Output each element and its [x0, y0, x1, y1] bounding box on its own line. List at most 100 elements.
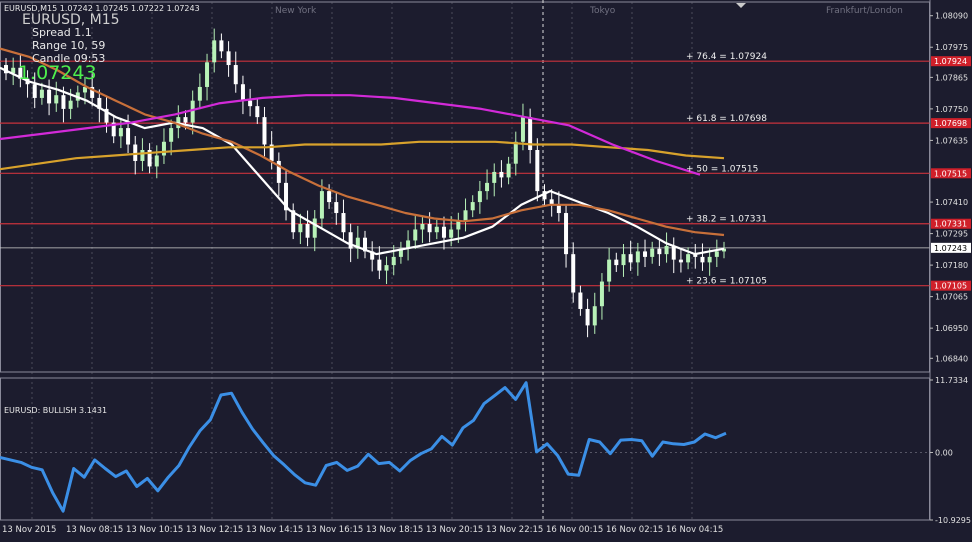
candle-body — [664, 245, 669, 255]
candle-body — [161, 141, 166, 156]
candle-body — [32, 84, 37, 98]
candle-body — [585, 308, 590, 326]
price-tick-label: 1.07975 — [935, 43, 968, 52]
candle-body — [327, 191, 332, 203]
price-tick-label: 1.07635 — [935, 136, 968, 145]
time-tick-label: 13 Nov 2015 — [2, 525, 56, 535]
fibonacci-label: + 76.4 = 1.07924 — [686, 52, 767, 62]
candle-body — [255, 106, 260, 118]
candle-body — [635, 251, 640, 263]
candle-body — [686, 254, 691, 263]
candle-body — [133, 144, 138, 161]
time-axis: 13 Nov 2015 13 Nov 08:15 13 Nov 10:15 13 No… — [2, 525, 723, 535]
time-tick-label: 13 Nov 08:15 — [66, 525, 123, 535]
fibonacci-label: + 38.2 = 1.07331 — [686, 215, 767, 225]
fibonacci-label: + 61.8 = 1.07698 — [686, 114, 767, 124]
candle-body — [485, 182, 490, 192]
candle-body — [614, 259, 619, 266]
candle-body — [671, 245, 676, 260]
candle-body — [126, 128, 131, 145]
candle-body — [506, 163, 511, 178]
candle-body — [391, 256, 396, 266]
fib-price-tag-text: 1.07515 — [934, 169, 967, 178]
candle-body — [68, 100, 73, 109]
candle-body — [628, 254, 633, 263]
candle-body — [650, 248, 655, 257]
candle-body — [205, 62, 210, 87]
candle-body — [621, 254, 626, 266]
candle-body — [169, 128, 174, 142]
price-tick-label: 1.08090 — [935, 12, 968, 21]
candle-body — [305, 224, 310, 238]
candle-body — [463, 210, 468, 222]
candle-body — [571, 254, 576, 293]
candle-body — [477, 191, 482, 203]
candle-body — [592, 306, 597, 326]
candle-body — [190, 100, 195, 123]
fibonacci-label: + 23.6 = 1.07105 — [686, 277, 767, 287]
candle-body — [248, 100, 253, 107]
current-price-display: 1.07243 — [18, 62, 97, 84]
candle-body — [434, 226, 439, 233]
time-tick-label: 13 Nov 16:15 — [306, 525, 363, 535]
candle-body — [499, 171, 504, 178]
time-tick-label: 13 Nov 14:15 — [246, 525, 303, 535]
candle-body — [54, 95, 59, 104]
spread-readout: Spread 1.1 — [32, 26, 92, 39]
price-tick-label: 1.07410 — [935, 198, 968, 207]
fib-price-tag-text: 1.07698 — [934, 119, 967, 128]
current-price-tag-text: 1.07243 — [934, 244, 967, 253]
candle-body — [341, 213, 346, 233]
candle-body — [420, 224, 425, 230]
candle-body — [556, 204, 561, 214]
candle-body — [348, 232, 353, 249]
time-tick-label: 13 Nov 10:15 — [126, 525, 183, 535]
candle-body — [456, 221, 461, 230]
candle-body — [39, 89, 44, 98]
candle-body — [492, 171, 497, 183]
price-tick-label: 1.07750 — [935, 105, 968, 114]
candle-body — [578, 292, 583, 309]
range-readout: Range 10, 59 — [32, 39, 106, 52]
candle-body — [334, 202, 339, 214]
candle-body — [449, 229, 454, 238]
candle-body — [535, 150, 540, 192]
session-label: Tokyo — [589, 6, 616, 16]
time-tick-label: 13 Nov 12:15 — [186, 525, 243, 535]
candle-body — [219, 40, 224, 52]
candle-body — [707, 256, 712, 263]
candle-body — [183, 117, 188, 123]
time-tick-label: 13 Nov 22:15 — [486, 525, 543, 535]
candle-body — [643, 251, 648, 257]
price-tick-label: 1.07865 — [935, 73, 968, 82]
price-tick-label: 1.06950 — [935, 324, 968, 333]
time-tick-label: 13 Nov 20:15 — [426, 525, 483, 535]
candle-body — [61, 95, 66, 109]
candle-body — [714, 251, 719, 257]
fibonacci-label: + 50 = 1.07515 — [686, 164, 758, 174]
candle-body — [384, 265, 389, 271]
candle-body — [298, 224, 303, 233]
indicator-label: EURUSD: BULLISH 3.1431 — [4, 406, 108, 415]
candle-body — [513, 141, 518, 164]
candle-body — [226, 51, 231, 66]
candle-body — [118, 128, 123, 137]
session-label: New York — [275, 6, 317, 16]
fib-price-tag-text: 1.07105 — [934, 282, 967, 291]
candle-body — [319, 191, 324, 219]
candle-body — [212, 40, 217, 63]
candle-body — [312, 218, 317, 238]
candle-body — [607, 259, 612, 282]
candle-body — [427, 224, 432, 233]
candle-body — [470, 202, 475, 211]
candle-body — [441, 226, 446, 238]
chart-canvas: + 76.4 = 1.07924 + 61.8 = 1.07698 + 50 = 1… — [0, 0, 972, 538]
indicator-tick-label: 0.00 — [935, 448, 953, 457]
candle-body — [599, 281, 604, 307]
time-tick-label: 13 Nov 18:15 — [366, 525, 423, 535]
price-tick-label: 1.07295 — [935, 230, 968, 239]
time-tick-label: 16 Nov 02:15 — [606, 525, 663, 535]
candle-body — [678, 259, 683, 263]
candle-body — [197, 86, 202, 101]
candle-body — [140, 150, 145, 161]
